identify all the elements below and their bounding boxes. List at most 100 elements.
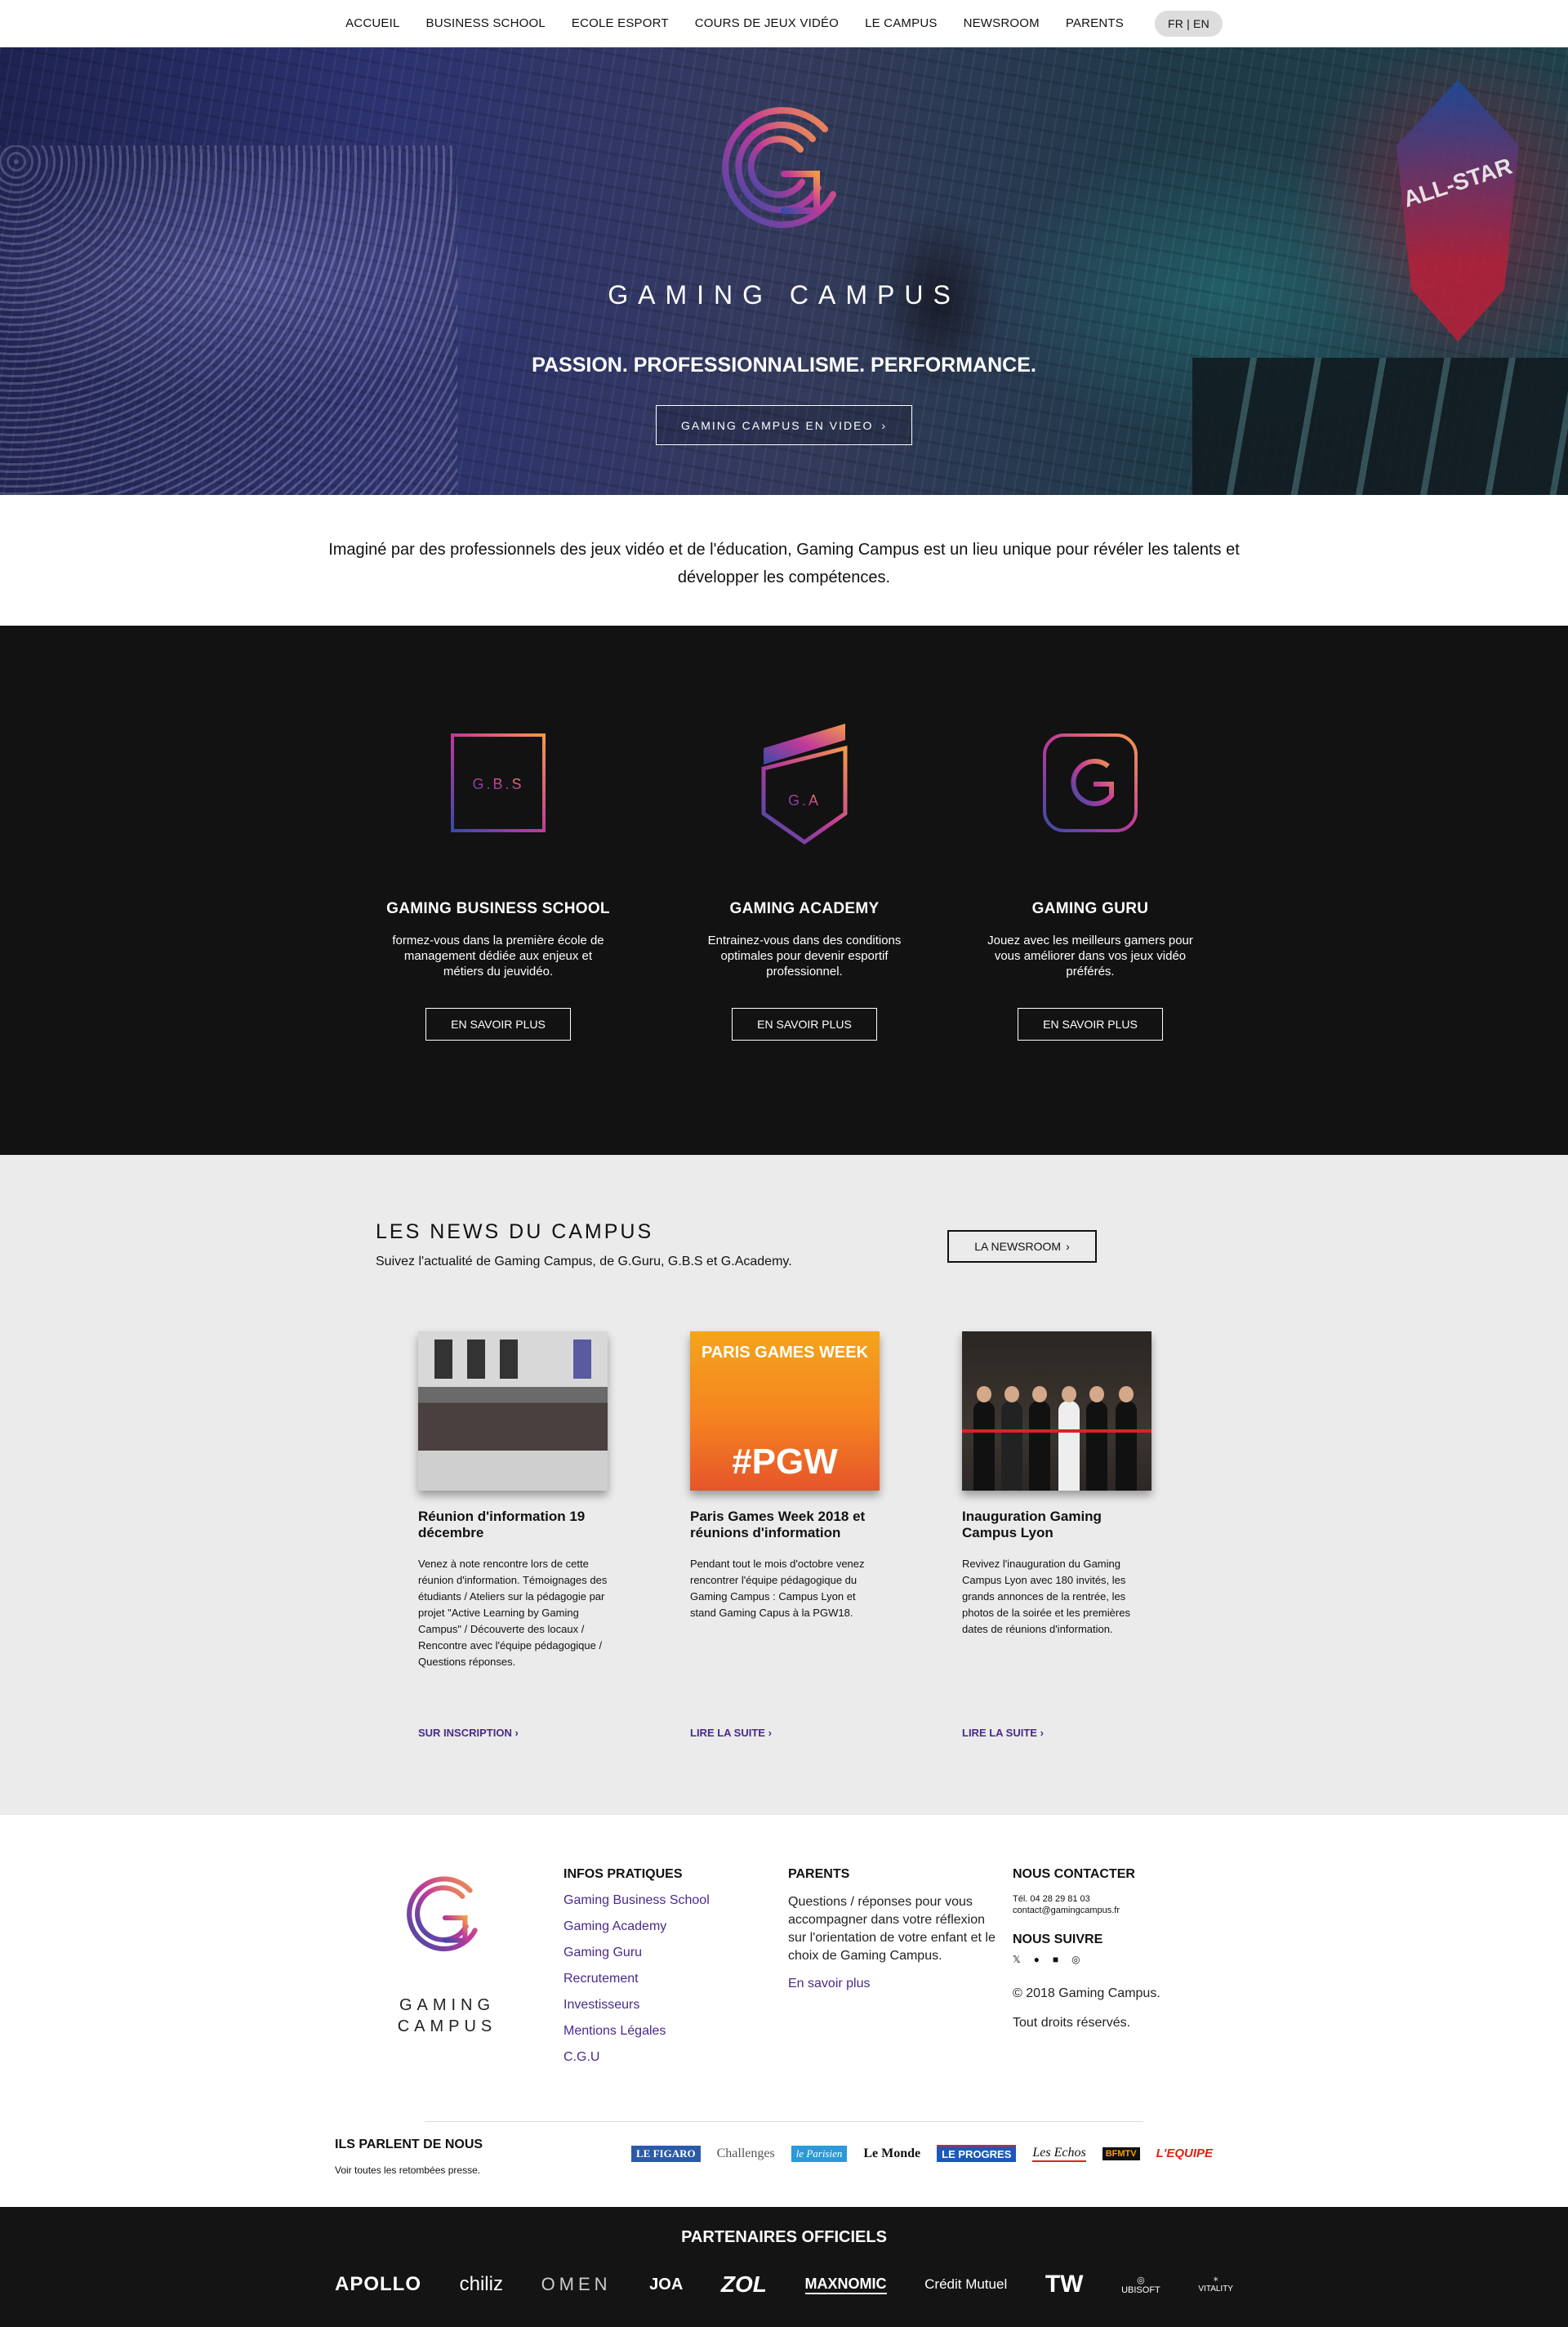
footer-link-guru[interactable]: Gaming Guru [564,1946,710,1960]
news-card-title[interactable]: Inauguration Gaming Campus Lyon [962,1509,1152,1541]
news-card-link-label: SUR INSCRIPTION [418,1727,512,1739]
news-card-text: Venez à note rencontre lors de cette réu… [418,1558,608,1668]
nav-business-school[interactable]: BUSINESS SCHOOL [426,16,546,30]
photo-detail [1089,1386,1104,1402]
footer-gaming-campus-logo-icon[interactable] [400,1870,490,1960]
press-logos: LE FIGARO Challenges le Parisien Le Mond… [631,2145,1213,2162]
social-links: 𝕏 ● ■ ◎ [1013,1954,1176,1965]
press-title: ILS PARLENT DE NOUS [335,2138,483,2151]
chevron-right-icon: › [1066,1240,1070,1253]
chiliz-logo[interactable]: chiliz [460,2273,503,2296]
maxnomic-logo[interactable]: MAXNOMIC [804,2276,887,2294]
nav-le-campus[interactable]: LE CAMPUS [865,16,938,30]
language-switch[interactable]: FR | EN [1154,10,1223,37]
school-academy-button[interactable]: EN SAVOIR PLUS [732,1008,877,1041]
school-description: Entrainez-vous dans des conditions optim… [707,934,902,978]
partner-logos: APOLLO chiliz OMEN JOA ZOL MAXNOMIC Créd… [335,2271,1233,2298]
school-guru-button[interactable]: EN SAVOIR PLUS [1018,1008,1163,1041]
nav-newsroom[interactable]: NEWSROOM [964,16,1040,30]
photo-detail [1058,1401,1080,1491]
nav-cours-jeux-video[interactable]: COURS DE JEUX VIDÉO [695,16,839,30]
apollo-logo[interactable]: APOLLO [335,2273,421,2296]
zol-logo[interactable]: ZOL [721,2271,767,2298]
photo-detail [977,1386,991,1402]
vitality-logo-text: VITALITY [1198,2285,1233,2294]
footer-follow-title: NOUS SUIVRE [1013,1932,1103,1946]
nav-ecole-esport[interactable]: ECOLE ESPORT [572,16,669,30]
footer-contact-column: NOUS CONTACTER Tél. 04 28 29 81 03 conta… [1013,1867,1176,2032]
allstar-badge-text: ALL-STAR [1400,153,1516,212]
footer-parents-title: PARENTS [788,1867,850,1881]
le-monde-logo[interactable]: Le Monde [863,2146,920,2161]
footer-phone[interactable]: Tél. 04 28 29 81 03 [1013,1893,1176,1905]
school-title: GAMING ACADEMY [729,900,880,917]
vitality-logo[interactable]: ✶ VITALITY [1198,2276,1233,2294]
school-gbs-button[interactable]: EN SAVOIR PLUS [425,1008,571,1041]
news-card-title[interactable]: Réunion d'information 19 décembre [418,1509,608,1541]
footer-email[interactable]: contact@gamingcampus.fr [1013,1905,1176,1916]
photo-detail [500,1340,518,1379]
site-footer: GAMING CAMPUS INFOS PRATIQUES Gaming Bus… [0,1815,1568,2207]
footer-parents-link[interactable]: En savoir plus [788,1977,1000,1991]
news-card-image[interactable] [962,1331,1152,1491]
photo-detail [1032,1386,1047,1402]
pgw-image-hashtag: #PGW [732,1442,838,1482]
news-card-link[interactable]: SUR INSCRIPTION › [418,1727,519,1739]
footer-parents-column: PARENTS Questions / réponses pour vous a… [788,1867,1000,2003]
press-link[interactable]: Voir toutes les retombées presse. [335,2164,480,2176]
academy-logo-text: G.A [788,792,821,809]
stage-seats [1192,358,1568,495]
footer-link-cgu[interactable]: C.G.U [564,2050,710,2065]
photo-detail [434,1340,452,1379]
joa-logo[interactable]: JOA [649,2276,683,2294]
footer-brand-line: GAMING [399,1996,496,2014]
omen-logo[interactable]: OMEN [541,2274,612,2295]
twitter-icon[interactable]: 𝕏 [1013,1954,1021,1965]
news-title: LES NEWS DU CAMPUS [376,1220,654,1243]
news-card-image[interactable]: PARIS GAMES WEEK #PGW [690,1331,880,1491]
le-parisien-logo[interactable]: le Parisien [791,2145,848,2162]
footer-link-mentions[interactable]: Mentions Légales [564,2024,710,2039]
intro-text: Imaginé par des professionnels des jeux … [328,541,1240,586]
photo-detail [1001,1401,1022,1491]
news-card-link[interactable]: LIRE LA SUITE › [690,1727,772,1739]
photo-detail [1119,1386,1134,1402]
le-progres-logo[interactable]: LE PROGRES [937,2145,1017,2162]
footer-link-recrutement[interactable]: Recrutement [564,1972,710,1986]
ubisoft-logo[interactable]: ◎ UBISOFT [1121,2275,1160,2295]
facebook-icon[interactable]: ● [1034,1954,1040,1965]
news-card-image[interactable] [418,1331,608,1491]
news-card-link[interactable]: LIRE LA SUITE › [962,1727,1044,1739]
nav-parents[interactable]: PARENTS [1066,16,1124,30]
footer-brand: GAMING CAMPUS [376,1995,519,2037]
footer-parents-text: Questions / réponses pour vous accompagn… [788,1895,996,1963]
photo-detail [973,1401,995,1491]
footer-contact-title: NOUS CONTACTER [1013,1867,1135,1881]
footer-link-gbs[interactable]: Gaming Business School [564,1893,710,1908]
linkedin-icon[interactable]: ■ [1053,1954,1058,1965]
gbs-logo-icon: G.B.S [451,733,546,832]
footer-link-investisseurs[interactable]: Investisseurs [564,1998,710,2013]
school-description: formez-vous dans la première école de ma… [392,934,604,978]
news-card: PARIS GAMES WEEK #PGW Paris Games Week 2… [690,1331,880,1739]
tw-logo[interactable]: TW [1045,2271,1084,2298]
lequipe-logo[interactable]: L'EQUIPE [1156,2146,1213,2160]
newsroom-button[interactable]: LA NEWSROOM › [947,1230,1097,1263]
credit-mutuel-logo[interactable]: Crédit Mutuel [924,2276,1007,2293]
photo-detail [1029,1401,1050,1491]
photo-detail [1116,1401,1137,1491]
ribbon-detail [962,1429,1152,1433]
crowd-background [0,145,457,495]
instagram-icon[interactable]: ◎ [1071,1954,1080,1965]
footer-infos-title: INFOS PRATIQUES [564,1867,683,1881]
news-section: LES NEWS DU CAMPUS Suivez l'actualité de… [0,1155,1568,1815]
les-echos-logo[interactable]: Les Echos [1032,2146,1086,2162]
le-figaro-logo[interactable]: LE FIGARO [631,2145,701,2162]
hero-video-button[interactable]: GAMING CAMPUS EN VIDEO › [656,405,912,445]
footer-link-academy[interactable]: Gaming Academy [564,1919,710,1934]
nav-accueil[interactable]: ACCUEIL [345,16,399,30]
footer-brand-line: CAMPUS [397,2017,497,2035]
bfmtv-logo[interactable]: BFMTV [1102,2146,1140,2160]
challenges-logo[interactable]: Challenges [717,2146,775,2161]
news-card-title[interactable]: Paris Games Week 2018 et réunions d'info… [690,1509,880,1541]
